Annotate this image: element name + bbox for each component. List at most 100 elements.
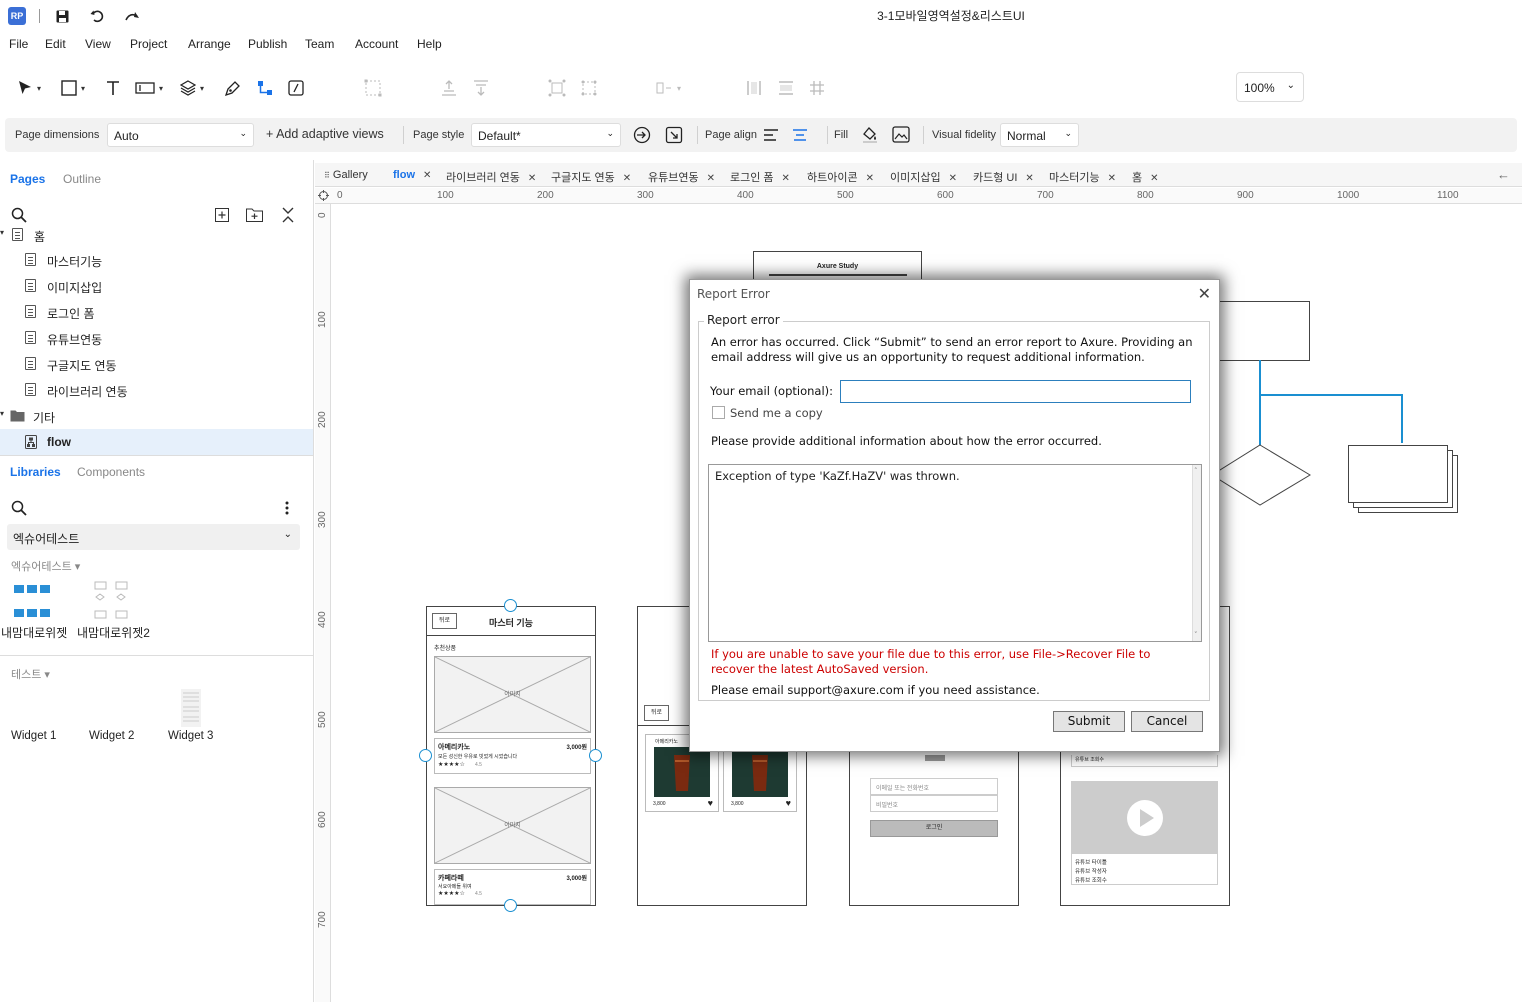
menu-arrange[interactable]: Arrange — [188, 37, 231, 51]
resize-handle[interactable] — [589, 749, 602, 762]
menu-file[interactable]: File — [9, 37, 28, 51]
widget-thumb-3[interactable] — [180, 688, 202, 731]
flow-node-stack[interactable] — [1348, 445, 1448, 503]
tab-libraries[interactable]: Libraries — [10, 465, 61, 479]
login-button[interactable]: 로그인 — [870, 820, 998, 837]
scroll-down-icon[interactable]: ˅ — [1194, 631, 1198, 639]
tab-youtube[interactable]: 유튜브연동 ✕ — [648, 163, 715, 187]
close-icon[interactable]: ✕ — [782, 173, 790, 184]
menu-team[interactable]: Team — [305, 37, 334, 51]
resize-handle[interactable] — [419, 749, 432, 762]
mobile-screen-master[interactable]: 뒤로 마스터 기능 추천상품 이미지 아메리카노 3,000원 모든 성신한 우… — [426, 606, 596, 906]
cancel-button[interactable]: Cancel — [1131, 711, 1203, 732]
tab-login-form[interactable]: 로그인 폼 ✕ — [730, 163, 790, 187]
page-item-master[interactable]: 마스터기능 — [0, 247, 313, 273]
layers-tool[interactable]: ▾ — [180, 78, 204, 98]
widget-thumb-2[interactable] — [94, 581, 130, 624]
heart-icon[interactable]: ♥ — [786, 798, 791, 808]
play-icon[interactable] — [1126, 799, 1164, 837]
close-icon[interactable]: ✕ — [1198, 284, 1211, 303]
zoom-select[interactable]: 100% ⌄ — [1236, 72, 1304, 102]
page-dimensions-select[interactable]: Auto ⌄ — [107, 123, 254, 147]
login-id-field[interactable]: 이메일 또는 전화번호 — [870, 778, 998, 795]
tab-card-ui[interactable]: 카드형 UI ✕ — [973, 163, 1034, 187]
tab-master[interactable]: 마스터기능 ✕ — [1049, 163, 1116, 187]
tab-outline[interactable]: Outline — [63, 172, 101, 186]
input-tool[interactable]: ▾ — [135, 78, 163, 98]
add-adaptive-views-button[interactable]: + Add adaptive views — [266, 127, 384, 141]
format-painter-icon[interactable] — [665, 126, 683, 147]
close-icon[interactable]: ✕ — [623, 173, 631, 184]
tab-components[interactable]: Components — [77, 465, 145, 479]
folder-item-etc[interactable]: ▾ 기타 — [0, 403, 313, 429]
align-center-icon[interactable] — [792, 128, 808, 145]
library-select[interactable]: 엑슈어테스트 ⌄ — [7, 524, 300, 550]
visual-fidelity-select[interactable]: Normal ⌄ — [1000, 123, 1079, 147]
fill-image-icon[interactable] — [892, 126, 910, 146]
close-icon[interactable]: ✕ — [949, 173, 957, 184]
library-search-icon[interactable] — [11, 500, 27, 519]
edit-page-style-icon[interactable] — [633, 126, 651, 147]
page-item-home[interactable]: ▾ 홈 — [0, 222, 313, 248]
tab-library[interactable]: 라이브러리 연동 ✕ — [446, 163, 536, 187]
resize-handle[interactable] — [504, 599, 517, 612]
page-item-youtube[interactable]: 유튜브연동 — [0, 325, 313, 351]
close-icon[interactable]: ✕ — [1108, 173, 1116, 184]
scrollbar[interactable]: ˄ ˅ — [1192, 465, 1201, 641]
page-style-select[interactable]: Default* ⌄ — [471, 123, 621, 147]
menu-edit[interactable]: Edit — [45, 37, 66, 51]
pen-tool[interactable] — [224, 78, 241, 98]
tab-home[interactable]: 홈 ✕ — [1132, 163, 1159, 187]
flow-node-right[interactable] — [1207, 301, 1310, 361]
library-group-label[interactable]: 엑슈어테스트 ▾ — [11, 558, 80, 574]
arrow-left-icon[interactable]: ← — [1497, 167, 1510, 182]
widget-thumb-1[interactable] — [13, 583, 53, 624]
menu-help[interactable]: Help — [417, 37, 442, 51]
fill-color-icon[interactable] — [861, 125, 879, 146]
page-item-library[interactable]: 라이브러리 연동 — [0, 377, 313, 403]
page-item-image-insert[interactable]: 이미지삽입 — [0, 273, 313, 299]
tab-google-map[interactable]: 구글지도 연동 ✕ — [551, 163, 631, 187]
details-textarea[interactable]: Exception of type 'KaZf.HaZV' was thrown… — [708, 464, 1202, 642]
tab-image-insert[interactable]: 이미지삽입 ✕ — [890, 163, 957, 187]
resize-handle[interactable] — [504, 899, 517, 912]
library-group-label[interactable]: 테스트 ▾ — [11, 666, 50, 682]
send-copy-label[interactable]: Send me a copy — [730, 406, 823, 421]
tab-heart-icon[interactable]: 하트아이콘 ✕ — [807, 163, 874, 187]
select-tool[interactable]: ▾ — [17, 78, 41, 98]
close-icon[interactable]: ✕ — [423, 170, 431, 181]
rectangle-tool[interactable]: ▾ — [61, 78, 85, 98]
page-item-login-form[interactable]: 로그인 폼 — [0, 299, 313, 325]
login-pw-field[interactable]: 비밀번호 — [870, 795, 998, 812]
video-card[interactable]: 유튜브 타이틀 유튜브 작성자 유튜브 조회수 — [1071, 781, 1218, 885]
text-tool[interactable] — [105, 78, 121, 98]
tab-pages[interactable]: Pages — [10, 172, 45, 186]
close-icon[interactable]: ✕ — [1025, 173, 1033, 184]
connector-tool[interactable] — [257, 78, 273, 98]
page-item-google-map[interactable]: 구글지도 연동 — [0, 351, 313, 377]
page-label: 이미지삽입 — [47, 281, 103, 295]
product-card[interactable]: 아메리카노 3,000원 모든 성신한 우유로 빗었게 시었습니다 ★★★★☆ … — [434, 738, 591, 774]
menu-view[interactable]: View — [85, 37, 111, 51]
email-input[interactable] — [840, 380, 1191, 403]
heart-icon[interactable]: ♥ — [708, 798, 713, 808]
page-item-flow[interactable]: flow — [0, 429, 313, 455]
menu-account[interactable]: Account — [355, 37, 398, 51]
close-icon[interactable]: ✕ — [1150, 173, 1158, 184]
more-options-icon[interactable] — [285, 501, 289, 515]
scroll-up-icon[interactable]: ˄ — [1194, 467, 1198, 475]
menu-project[interactable]: Project — [130, 37, 167, 51]
video-thumbnail[interactable] — [1072, 782, 1217, 854]
menu-publish[interactable]: Publish — [248, 37, 287, 51]
note-tool[interactable] — [288, 78, 304, 98]
back-button[interactable]: 뒤로 — [644, 705, 669, 721]
close-icon[interactable]: ✕ — [528, 173, 536, 184]
close-icon[interactable]: ✕ — [707, 173, 715, 184]
close-icon[interactable]: ✕ — [866, 173, 874, 184]
ruler-corner[interactable] — [315, 188, 333, 204]
send-copy-checkbox[interactable] — [712, 406, 725, 419]
submit-button[interactable]: Submit — [1053, 711, 1125, 732]
tab-flow[interactable]: flow ✕ — [393, 163, 431, 187]
tab-gallery[interactable]: ⠿ Gallery — [324, 163, 368, 187]
align-left-icon[interactable] — [763, 128, 779, 145]
